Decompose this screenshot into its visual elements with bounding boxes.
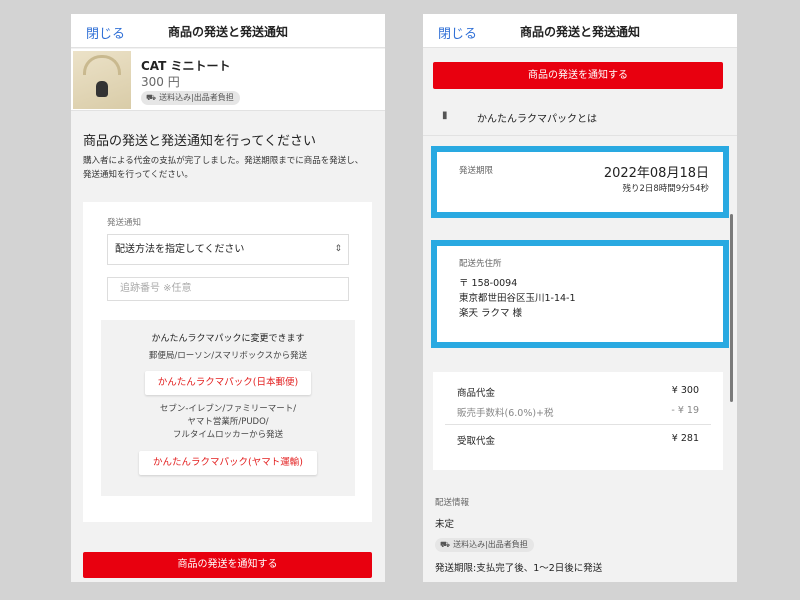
scrollbar[interactable] (730, 214, 733, 402)
header: 閉じる 商品の発送と発送通知 (71, 14, 385, 48)
truck-icon: ⛟ (440, 540, 451, 549)
rakuma-japan-post-button[interactable]: かんたんラクマパック(日本郵便) (145, 371, 311, 395)
rakuma-yamato-button[interactable]: かんたんラクマパック(ヤマト運輸) (139, 451, 317, 475)
notify-shipping-button[interactable]: 商品の発送を通知する (433, 62, 723, 89)
price-value: ¥ 300 (671, 385, 699, 396)
yamato-note-line-3: フルタイムロッカーから発送 (172, 430, 284, 440)
price-divider (445, 424, 711, 425)
item-summary[interactable]: CAT ミニトート 300 円 ⛟ 送料込み|出品者負担 (71, 49, 385, 111)
rakuma-pack-box: かんたんラクマパックに変更できます 郵便局/ローソン/スマリボックスから発送 か… (101, 320, 355, 496)
shipping-tag-text: 送料込み|出品者負担 (453, 540, 528, 549)
right-screen: 閉じる 商品の発送と発送通知 商品の発送を通知する ▮ かんたんラクマパックとは… (423, 14, 737, 582)
address-label: 配送先住所 (459, 259, 502, 269)
price-label: 受取代金 (457, 436, 496, 447)
rakuma-pack-title: かんたんラクマパックに変更できます (151, 334, 305, 344)
shipping-status: 未定 (435, 519, 455, 530)
shipping-method-select[interactable]: 配送方法を指定してください ⇕ (107, 234, 349, 265)
address-street: 東京都世田谷区玉川1-14-1 (459, 293, 576, 304)
header: 閉じる 商品の発送と発送通知 (423, 14, 737, 48)
rakuma-pack-info-link[interactable]: ▮ かんたんラクマパックとは (423, 98, 737, 136)
notify-shipping-button[interactable]: 商品の発送を通知する (83, 552, 372, 578)
item-price: 300 円 (141, 75, 180, 89)
yamato-note-line-2: ヤマト営業所/PUDO/ (187, 417, 269, 427)
shipping-tag: ⛟ 送料込み|出品者負担 (435, 538, 534, 552)
item-name: CAT ミニトート (141, 59, 231, 73)
section-title: 商品の発送と発送通知を行ってください (83, 134, 316, 149)
deadline-label: 発送期限 (459, 166, 494, 176)
price-value: ¥ 281 (671, 433, 699, 444)
book-icon: ▮ (442, 110, 448, 121)
chevron-updown-icon: ⇕ (334, 244, 342, 254)
price-label: 商品代金 (457, 388, 496, 399)
deadline-remaining: 残り2日8時間9分54秒 (622, 184, 709, 194)
address-recipient: 楽天 ラクマ 様 (459, 308, 523, 319)
address-postal: 〒 158-0094 (459, 278, 518, 289)
item-thumbnail (73, 51, 131, 109)
tracking-number-input[interactable]: 追跡番号 ※任意 (107, 277, 349, 301)
shipping-deadline-text: 発送期限:支払完了後、1〜2日後に発送 (435, 563, 603, 574)
truck-icon: ⛟ (146, 93, 157, 102)
page-title: 商品の発送と発送通知 (167, 25, 288, 39)
price-row-total: 受取代金 ¥ 281 (457, 433, 699, 447)
rakuma-pack-info-text: かんたんラクマパックとは (477, 114, 597, 125)
shipping-tag-text: 送料込み|出品者負担 (159, 93, 234, 102)
shipping-method-value: 配送方法を指定してください (115, 244, 245, 255)
deadline-date: 2022年08月18日 (603, 166, 709, 181)
page-title: 商品の発送と発送通知 (519, 25, 640, 39)
price-label: 販売手数料(6.0%)+税 (457, 408, 554, 419)
shipping-form-card: 発送通知 配送方法を指定してください ⇕ 追跡番号 ※任意 かんたんラクマパック… (83, 202, 372, 522)
shipping-notice-label: 発送通知 (107, 218, 142, 228)
shipping-info-label: 配送情報 (435, 498, 470, 508)
shipping-tag: ⛟ 送料込み|出品者負担 (141, 91, 240, 105)
section-description: 購入者による代金の支払が完了しました。発送期限までに商品を発送し、発送通知を行っ… (83, 156, 364, 180)
yamato-note-line-1: セブン-イレブン/ファミリーマート/ (159, 404, 297, 414)
post-office-note: 郵便局/ローソン/スマリボックスから発送 (148, 351, 308, 361)
left-screen: 閉じる 商品の発送と発送通知 CAT ミニトート 300 円 ⛟ 送料込み|出品者… (71, 14, 385, 582)
price-row-fee: 販売手数料(6.0%)+税 - ¥ 19 (457, 405, 699, 419)
price-value: - ¥ 19 (671, 405, 699, 416)
price-row-item: 商品代金 ¥ 300 (457, 385, 699, 399)
